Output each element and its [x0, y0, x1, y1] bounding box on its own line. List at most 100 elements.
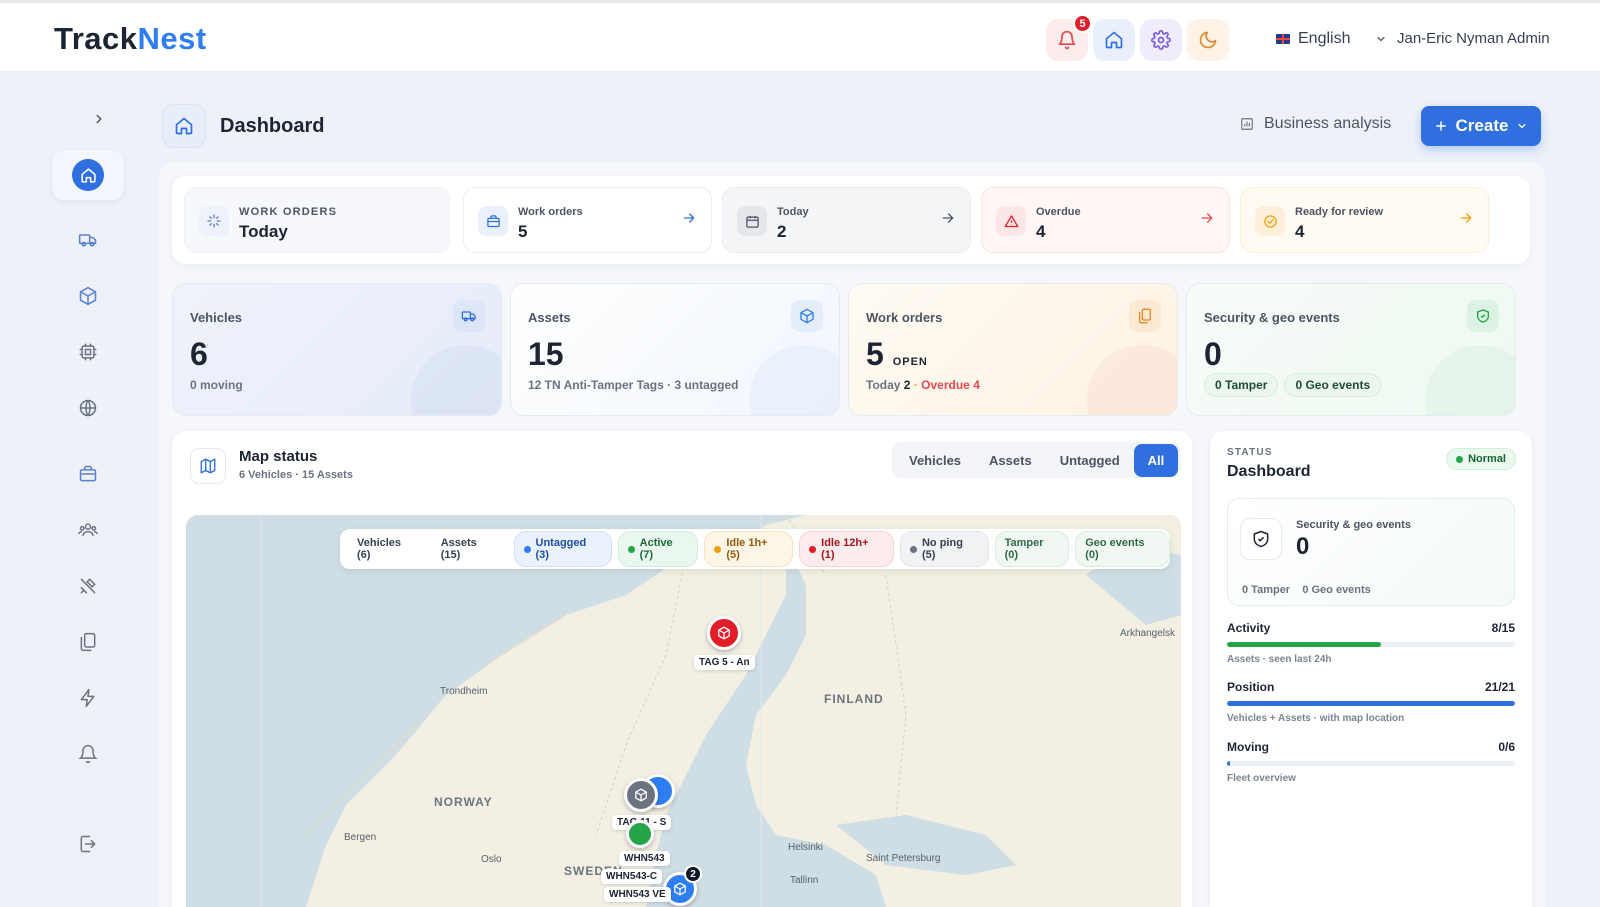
chart-icon — [1241, 118, 1253, 130]
status-dot — [523, 545, 531, 553]
sidebar-item-alerts[interactable] — [52, 729, 124, 779]
sparkle-icon — [199, 206, 229, 236]
filter-no-ping[interactable]: No ping (5) — [900, 531, 989, 567]
activity-meter: Activity 8/15 Assets · seen last 24h — [1227, 621, 1515, 665]
tab-vehicles[interactable]: Vehicles — [895, 444, 975, 477]
sidebar-item-assets[interactable] — [52, 271, 124, 321]
meter-track — [1227, 642, 1515, 647]
geo-count: 0 Geo events — [1302, 584, 1371, 596]
notifications-button[interactable]: 5 — [1046, 14, 1092, 61]
page-title: Dashboard — [220, 114, 325, 137]
meter-fill — [1227, 642, 1381, 647]
position-meter: Position 21/21 Vehicles + Assets · with m… — [1227, 680, 1515, 724]
create-label: Create — [1455, 116, 1509, 135]
filter-label: Tamper (0) — [1004, 537, 1044, 561]
plus-icon — [1435, 121, 1446, 131]
sidebar-item-vehicles[interactable] — [52, 215, 124, 265]
dark-mode-toggle[interactable] — [1187, 19, 1229, 61]
filter-label: Geo events (0) — [1085, 537, 1145, 561]
tools-icon — [80, 578, 96, 594]
filter-assets[interactable]: Assets (15) — [432, 532, 508, 566]
user-name: Jan-Eric Nyman Admin — [1397, 30, 1550, 47]
logo-text-nest: Nest — [137, 21, 207, 56]
sidebar-item-users[interactable] — [52, 505, 124, 555]
work-orders-review-card[interactable]: Ready for review 4 — [1240, 187, 1489, 253]
home-button[interactable] — [1093, 19, 1135, 61]
work-orders-stat-card[interactable]: Work orders 5 OPEN Today 2 · Overdue 4 — [848, 283, 1178, 416]
filter-label: Untagged (3) — [535, 537, 587, 561]
stat-label: Vehicles — [190, 310, 243, 325]
vehicles-stat-card[interactable]: Vehicles 6 0 moving — [172, 283, 502, 416]
card-label: Overdue — [1036, 206, 1081, 218]
shield-icon — [1240, 518, 1282, 560]
business-analysis-link[interactable]: Business analysis — [1240, 115, 1391, 133]
meter-value: 8/15 — [1491, 621, 1515, 635]
place-label: Trondheim — [440, 686, 488, 697]
filter-untagged[interactable]: Untagged (3) — [513, 531, 612, 567]
bell-icon — [1058, 30, 1076, 50]
status-dot — [714, 545, 722, 553]
tab-all[interactable]: All — [1133, 443, 1179, 477]
filter-geo-events[interactable]: Geo events (0) — [1075, 531, 1170, 567]
cluster-count-badge: 2 — [684, 865, 702, 883]
create-button[interactable]: Create — [1421, 106, 1541, 146]
cube-icon — [635, 788, 647, 802]
sidebar-item-devices[interactable] — [52, 327, 124, 377]
filter-tamper[interactable]: Tamper (0) — [994, 531, 1070, 567]
user-menu[interactable]: Jan-Eric Nyman Admin — [1375, 30, 1550, 47]
chevron-down-icon — [1377, 36, 1385, 41]
filter-idle-1h[interactable]: Idle 1h+ (5) — [704, 531, 794, 567]
filter-label: Vehicles (6) — [357, 537, 402, 561]
assets-stat-card[interactable]: Assets 15 12 TN Anti-Tamper Tags · 3 unt… — [510, 283, 840, 416]
map-marker-label: WHN543-C — [601, 869, 663, 884]
work-orders-overdue-card[interactable]: Overdue 4 — [981, 187, 1230, 253]
page-icon — [162, 104, 206, 148]
work-orders-today-card[interactable]: Today 2 — [722, 187, 971, 253]
map-marker-active[interactable] — [626, 820, 654, 848]
lightning-icon — [80, 688, 95, 708]
tab-assets[interactable]: Assets — [975, 444, 1046, 477]
stat-sub: 0 moving — [190, 378, 243, 392]
stat-value: 15 — [528, 336, 564, 372]
place-label: Oslo — [481, 854, 502, 865]
app-logo[interactable]: TrackNest — [54, 21, 207, 57]
place-label: Bergen — [344, 832, 377, 843]
filter-vehicles[interactable]: Vehicles (6) — [348, 532, 426, 566]
sidebar-item-tools[interactable] — [52, 561, 124, 611]
security-summary-box: Security & geo events 0 0 Tamper 0 Geo e… — [1227, 498, 1515, 606]
stat-value-number: 5 — [866, 336, 884, 372]
logout-icon — [80, 835, 96, 853]
tab-untagged[interactable]: Untagged — [1046, 444, 1134, 477]
filter-active[interactable]: Active (7) — [617, 531, 699, 567]
meter-label: Moving — [1227, 740, 1269, 754]
stat-label: Security & geo events — [1204, 310, 1340, 325]
card-value: 5 — [518, 222, 528, 241]
sidebar-item-dashboard[interactable] — [52, 150, 124, 200]
security-stat-card[interactable]: Security & geo events 0 0 Tamper 0 Geo e… — [1186, 283, 1516, 416]
status-dot — [627, 545, 635, 553]
sidebar-item-documents[interactable] — [52, 617, 124, 667]
work-orders-total-card[interactable]: Work orders 5 — [463, 187, 712, 253]
sidebar-item-geo[interactable] — [52, 383, 124, 433]
status-badge: Normal — [1446, 448, 1516, 470]
filter-idle-12h[interactable]: Idle 12h+ (1) — [799, 531, 895, 567]
cube-icon — [674, 882, 686, 896]
meter-caption: Fleet overview — [1227, 773, 1296, 784]
sidebar-item-work-orders[interactable] — [52, 449, 124, 499]
sidebar-item-logout[interactable] — [52, 819, 124, 869]
work-orders-period: Today — [239, 222, 288, 241]
settings-button[interactable] — [1140, 19, 1182, 61]
map-marker-idle[interactable] — [707, 616, 741, 650]
bell-icon — [78, 744, 98, 764]
language-selector[interactable]: English — [1276, 30, 1350, 48]
sidebar-expand-toggle[interactable] — [92, 112, 106, 131]
stat-value: 5 OPEN — [866, 336, 928, 373]
map-canvas[interactable] — [186, 515, 1181, 907]
map-subtitle: 6 Vehicles · 15 Assets — [239, 469, 353, 481]
globe-icon — [79, 399, 97, 417]
map-marker-no-ping[interactable] — [624, 778, 658, 812]
map-title: Map status — [239, 448, 318, 465]
arrow-right-icon — [681, 210, 697, 231]
sidebar-item-events[interactable] — [52, 673, 124, 723]
filter-label: Active (7) — [639, 537, 673, 561]
